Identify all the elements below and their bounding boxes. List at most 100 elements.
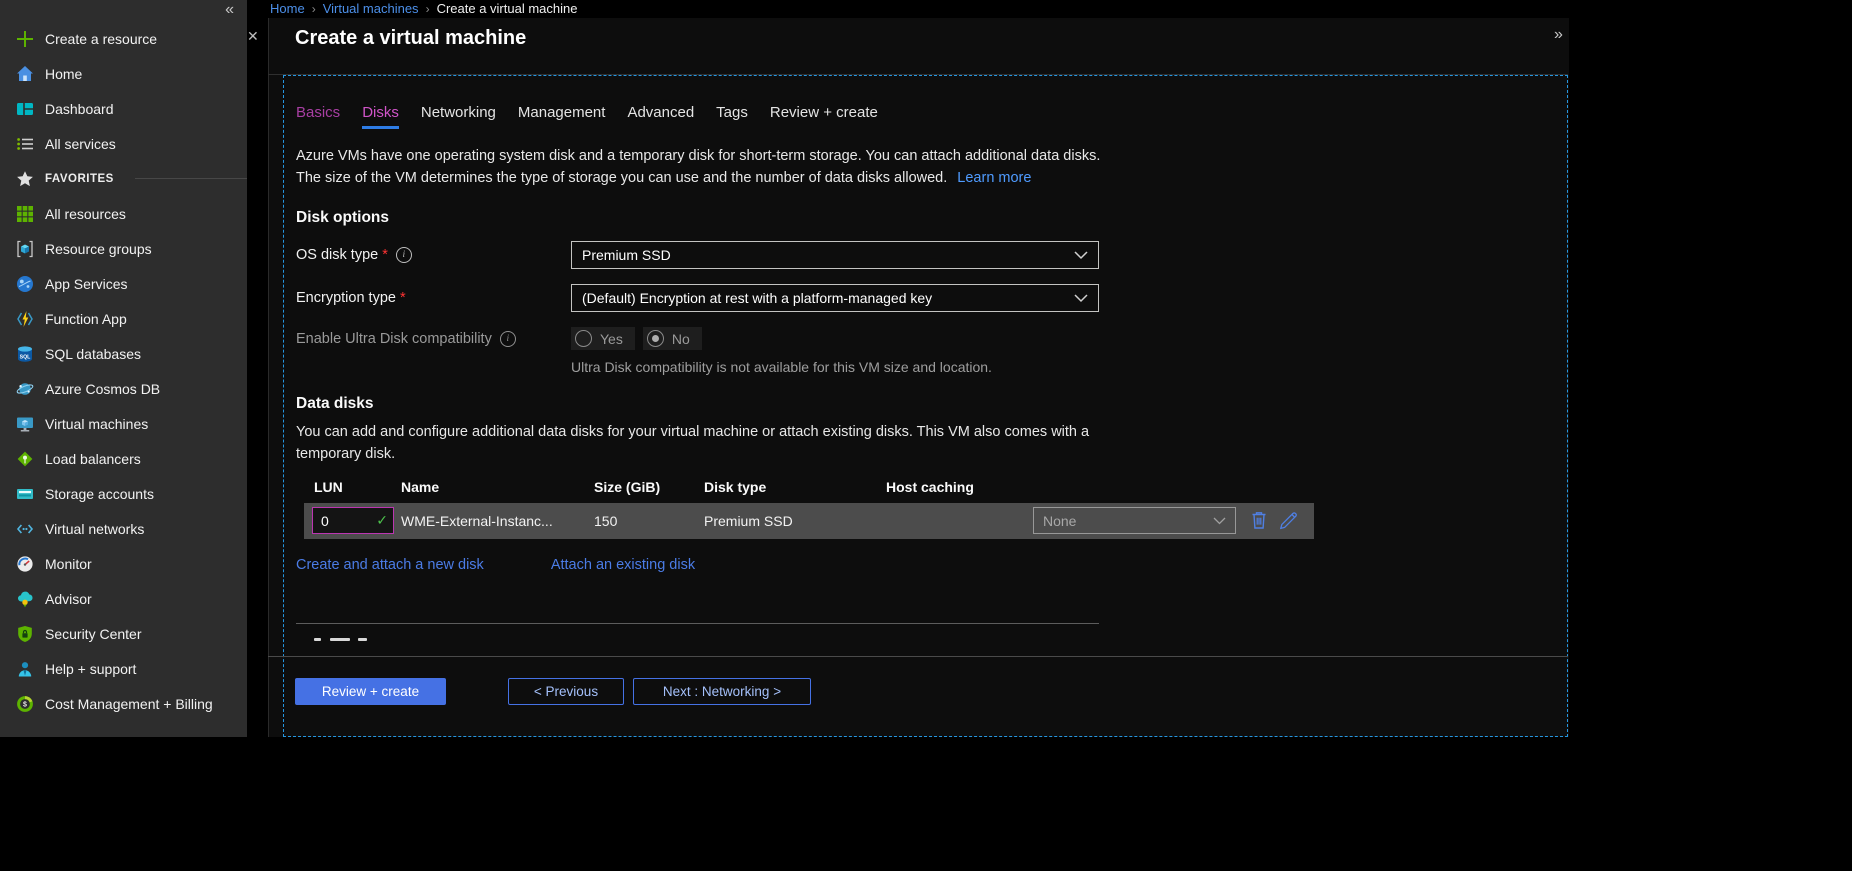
breadcrumb-virtual-machines[interactable]: Virtual machines: [323, 1, 419, 16]
sidebar-item-label: Create a resource: [45, 31, 157, 47]
required-marker: *: [382, 247, 388, 263]
help-support-icon: [15, 659, 34, 678]
edit-disk-icon[interactable]: [1279, 511, 1298, 533]
sidebar-item-load-balancers[interactable]: Load balancers: [0, 441, 247, 476]
sidebar-item-cost-management-billing[interactable]: $ Cost Management + Billing: [0, 686, 247, 721]
load-balancers-icon: [15, 449, 34, 468]
data-disks-heading: Data disks: [296, 395, 1567, 413]
clipped-text-fragment: [330, 638, 350, 641]
tab-management[interactable]: Management: [518, 104, 606, 129]
ultra-disk-no-radio: No: [643, 327, 702, 350]
sidebar-item-sql-databases[interactable]: SQL SQL databases: [0, 336, 247, 371]
sidebar-item-help-support[interactable]: Help + support: [0, 651, 247, 686]
radio-unchecked-icon: [575, 330, 592, 347]
sidebar-item-label: Home: [45, 66, 82, 82]
sidebar-collapse-icon[interactable]: «: [225, 1, 234, 19]
os-disk-type-value: Premium SSD: [582, 247, 671, 263]
sidebar-item-virtual-machines[interactable]: Virtual machines: [0, 406, 247, 441]
sidebar-item-all-services[interactable]: All services: [0, 126, 247, 161]
tab-networking[interactable]: Networking: [421, 104, 496, 129]
ultra-disk-row: Enable Ultra Disk compatibility i Yes No: [296, 327, 1567, 350]
function-app-icon: [15, 309, 34, 328]
field-label: Encryption type: [296, 290, 396, 306]
sidebar-item-label: Cost Management + Billing: [45, 696, 213, 712]
cosmos-db-icon: [15, 379, 34, 398]
wizard-footer: Review + create < Previous Next : Networ…: [295, 678, 811, 705]
favorites-label: FAVORITES: [45, 173, 114, 185]
host-caching-value: None: [1043, 513, 1076, 529]
sidebar-item-label: All services: [45, 136, 116, 152]
svg-text:$: $: [23, 701, 27, 708]
sidebar-item-security-center[interactable]: Security Center: [0, 616, 247, 651]
required-marker: *: [400, 290, 406, 306]
expand-blade-icon[interactable]: »: [1554, 26, 1563, 44]
virtual-networks-icon: [15, 519, 34, 538]
close-icon[interactable]: ✕: [247, 28, 259, 45]
column-header-disk-type: Disk type: [704, 479, 766, 495]
sidebar-item-virtual-networks[interactable]: Virtual networks: [0, 511, 247, 546]
resource-groups-icon: [15, 239, 34, 258]
info-icon[interactable]: i: [500, 331, 516, 347]
ultra-disk-label: Enable Ultra Disk compatibility i: [296, 331, 571, 347]
os-disk-type-label: OS disk type * i: [296, 247, 571, 263]
app-services-icon: [15, 274, 34, 293]
disk-type-cell: Premium SSD: [704, 503, 793, 539]
host-caching-select: None: [1033, 507, 1236, 534]
sidebar-item-function-app[interactable]: Function App: [0, 301, 247, 336]
tab-advanced[interactable]: Advanced: [627, 104, 694, 129]
column-header-host-caching: Host caching: [886, 479, 974, 495]
svg-text:SQL: SQL: [19, 354, 30, 360]
sidebar-item-label: Resource groups: [45, 241, 152, 257]
field-label: OS disk type: [296, 247, 378, 263]
data-disk-table-row: ✓ WME-External-Instanc... 150 Premium SS…: [304, 503, 1314, 539]
sidebar-favorites-header: FAVORITES: [0, 161, 247, 196]
next-networking-button[interactable]: Next : Networking >: [633, 678, 811, 705]
encryption-type-label: Encryption type *: [296, 290, 571, 306]
valid-check-icon: ✓: [376, 512, 388, 529]
chevron-down-icon: [1213, 517, 1226, 525]
azure-portal-page: { "icons": { "collapse": "«", "close": "…: [0, 0, 1852, 871]
review-create-button[interactable]: Review + create: [295, 678, 446, 705]
sql-databases-icon: SQL: [15, 344, 34, 363]
info-icon[interactable]: i: [396, 247, 412, 263]
sidebar-item-all-resources[interactable]: All resources: [0, 196, 247, 231]
sidebar-item-label: Virtual networks: [45, 521, 144, 537]
tab-basics[interactable]: Basics: [296, 104, 340, 129]
sidebar-item-advisor[interactable]: Advisor: [0, 581, 247, 616]
tab-review-create[interactable]: Review + create: [770, 104, 878, 129]
breadcrumb-current: Create a virtual machine: [437, 1, 578, 16]
page-title: Create a virtual machine: [295, 27, 526, 50]
sidebar-item-create-a-resource[interactable]: Create a resource: [0, 21, 247, 56]
learn-more-link[interactable]: Learn more: [957, 170, 1031, 186]
sidebar-item-dashboard[interactable]: Dashboard: [0, 91, 247, 126]
delete-disk-icon[interactable]: [1251, 511, 1267, 533]
sidebar-item-label: SQL databases: [45, 346, 141, 362]
tab-disks[interactable]: Disks: [362, 104, 399, 129]
sidebar-item-azure-cosmos-db[interactable]: Azure Cosmos DB: [0, 371, 247, 406]
home-icon: [15, 64, 34, 83]
sidebar-item-label: Dashboard: [45, 101, 114, 117]
encryption-type-select[interactable]: (Default) Encryption at rest with a plat…: [571, 284, 1099, 312]
plus-icon: [15, 29, 34, 48]
column-header-size: Size (GiB): [594, 479, 660, 495]
previous-button[interactable]: < Previous: [508, 678, 624, 705]
tab-description-line2: The size of the VM determines the type o…: [296, 170, 947, 186]
breadcrumb-home[interactable]: Home: [270, 1, 305, 16]
encryption-type-value: (Default) Encryption at rest with a plat…: [582, 290, 932, 306]
attach-existing-disk-link[interactable]: Attach an existing disk: [551, 557, 695, 573]
sidebar-item-resource-groups[interactable]: Resource groups: [0, 231, 247, 266]
sidebar-item-label: Function App: [45, 311, 127, 327]
sidebar-item-label: All resources: [45, 206, 126, 222]
all-resources-icon: [15, 204, 34, 223]
tab-tags[interactable]: Tags: [716, 104, 748, 129]
sidebar-item-app-services[interactable]: App Services: [0, 266, 247, 301]
radio-checked-icon: [647, 330, 664, 347]
sidebar-item-home[interactable]: Home: [0, 56, 247, 91]
sidebar-item-storage-accounts[interactable]: Storage accounts: [0, 476, 247, 511]
breadcrumb-separator: ›: [305, 2, 323, 16]
os-disk-type-select[interactable]: Premium SSD: [571, 241, 1099, 269]
ultra-disk-yes-radio: Yes: [571, 327, 635, 350]
create-attach-new-disk-link[interactable]: Create and attach a new disk: [296, 557, 484, 573]
tab-description: Azure VMs have one operating system disk…: [296, 145, 1567, 189]
sidebar-item-monitor[interactable]: Monitor: [0, 546, 247, 581]
